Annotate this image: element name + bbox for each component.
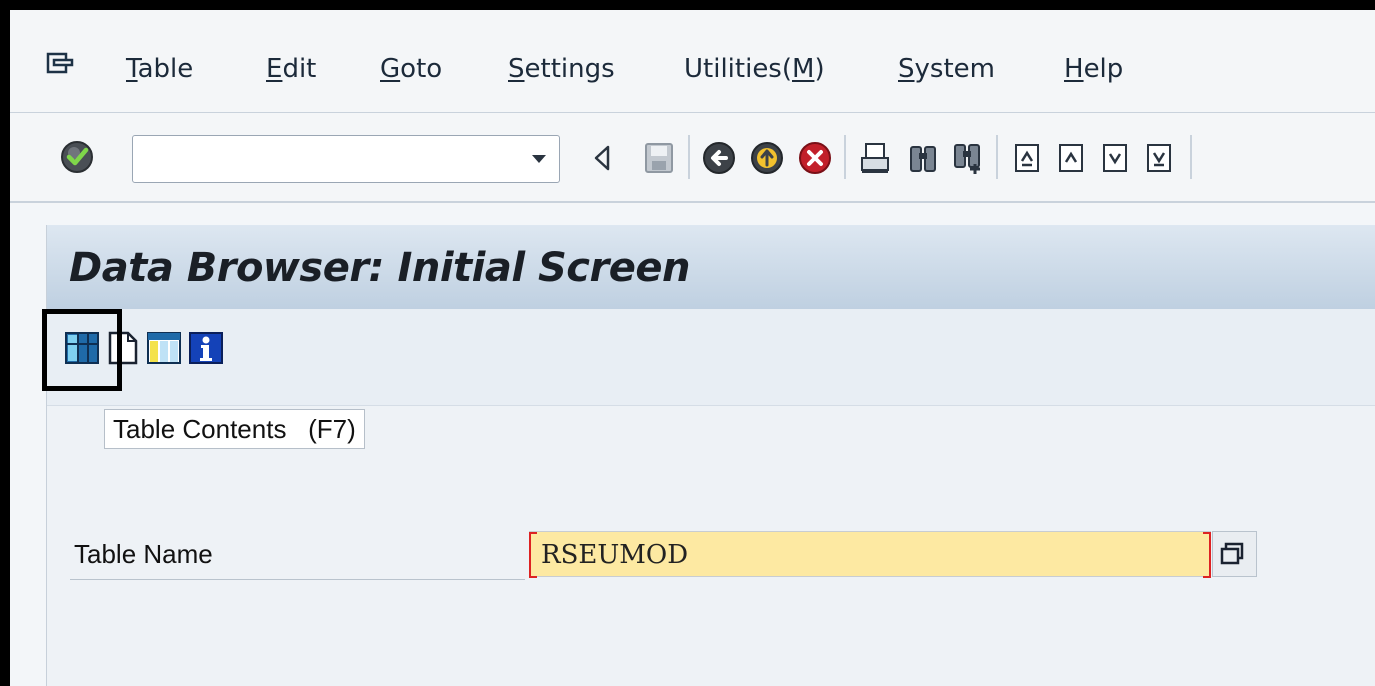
label-underline (70, 579, 525, 580)
focus-highlight (42, 309, 122, 391)
table-name-label: Table Name (74, 539, 213, 569)
info-icon[interactable] (188, 329, 224, 367)
application-toolbar (42, 309, 1375, 406)
page-title: Data Browser: Initial Screen (69, 245, 690, 291)
table-name-field[interactable] (529, 531, 1211, 578)
command-input[interactable] (137, 140, 521, 178)
toolbar-separator (996, 135, 998, 179)
table-name-input[interactable] (539, 536, 1183, 574)
back-triangle-icon[interactable] (586, 139, 620, 177)
menu-help[interactable]: Help (1064, 54, 1123, 84)
toolbar-separator (844, 135, 846, 179)
menu-goto[interactable]: Goto (380, 54, 442, 84)
next-page-icon[interactable] (1098, 139, 1132, 177)
menu-bar: Table Edit Goto Settings Utilities(M) Sy… (10, 10, 1375, 112)
sap-window: Table Edit Goto Settings Utilities(M) Sy… (10, 10, 1375, 686)
first-page-icon[interactable] (1010, 139, 1044, 177)
table-fields-icon[interactable] (146, 329, 182, 367)
last-page-icon[interactable] (1142, 139, 1176, 177)
cancel-icon[interactable] (798, 139, 832, 177)
main-content: Data Browser: Initial Screen Table Conte… (42, 225, 1375, 686)
tooltip: Table Contents (F7) (104, 409, 365, 449)
command-field[interactable] (132, 135, 560, 183)
find-icon[interactable] (906, 139, 940, 177)
enter-icon[interactable] (60, 140, 94, 174)
menu-table[interactable]: Table (126, 54, 193, 84)
value-help-button[interactable] (1212, 531, 1257, 577)
required-marker-right (1203, 532, 1211, 578)
back-icon[interactable] (702, 139, 736, 177)
value-help-icon (1220, 542, 1244, 565)
previous-page-icon[interactable] (1054, 139, 1088, 177)
menu-exit-icon[interactable] (46, 52, 74, 76)
title-bar: Data Browser: Initial Screen (47, 225, 1375, 309)
chevron-down-icon[interactable] (529, 150, 549, 168)
exit-icon[interactable] (750, 139, 784, 177)
toolbar-separator (1190, 135, 1192, 179)
menu-settings[interactable]: Settings (508, 54, 615, 84)
toolbar-separator-line (10, 201, 1375, 203)
save-icon[interactable] (642, 139, 676, 177)
menu-utilities[interactable]: Utilities(M) (684, 54, 825, 84)
find-next-icon[interactable] (950, 139, 984, 177)
toolbar-separator (688, 135, 690, 179)
print-icon[interactable] (858, 139, 892, 177)
required-marker-left (529, 532, 537, 578)
menu-system[interactable]: System (898, 54, 995, 84)
menu-edit[interactable]: Edit (266, 54, 316, 84)
standard-toolbar (10, 113, 1375, 205)
